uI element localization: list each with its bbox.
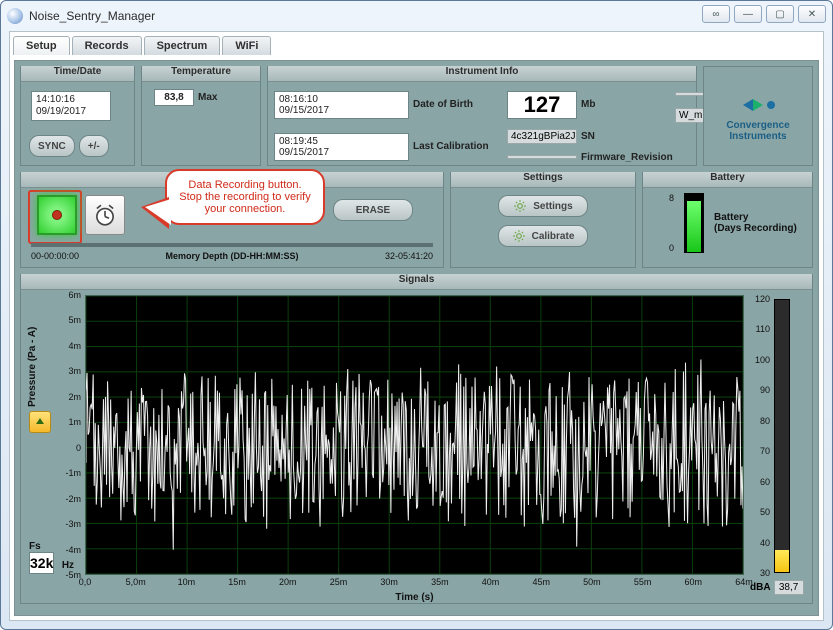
convergence-logo-icon	[733, 90, 783, 120]
fs-box: Fs 32k Hz	[29, 541, 74, 573]
battery-label: Battery(Days Recording)	[714, 212, 797, 234]
fs-unit: Hz	[62, 560, 74, 571]
y-axis-ticks: 6m5m4m3m2m1m0-1m-2m-3m-4m-5m	[63, 295, 83, 575]
window-minimize-button[interactable]: —	[734, 5, 762, 23]
window-help-button[interactable]: ∞	[702, 5, 730, 23]
x-axis-ticks: 0,05,0m10m15m20m25m30m35m40m45m50m55m60m…	[85, 577, 744, 589]
cal-time: 08:19:45	[279, 136, 318, 147]
dba-fill	[775, 550, 789, 572]
tab-spectrum[interactable]: Spectrum	[144, 36, 221, 55]
window-close-button[interactable]: ✕	[798, 5, 826, 23]
tab-setup[interactable]: Setup	[13, 36, 70, 55]
schedule-button[interactable]	[85, 195, 125, 235]
tabstrip: Setup Records Spectrum WiFi	[13, 36, 819, 55]
titlebar: Noise_Sentry_Manager ∞ — ▢ ✕	[1, 1, 832, 31]
brand-text: ConvergenceInstruments	[726, 120, 789, 142]
app-window: Noise_Sentry_Manager ∞ — ▢ ✕ Setup Recor…	[0, 0, 833, 630]
client-area: Setup Records Spectrum WiFi Time/Date 14…	[9, 31, 824, 621]
battery-fill	[687, 201, 701, 252]
dob-date: 09/15/2017	[279, 105, 329, 116]
section-signals: Signals Pressure (Pa - A) 6m5m4m3m2m1m0-…	[20, 274, 813, 604]
tab-wifi[interactable]: WiFi	[222, 36, 271, 55]
tooltip-callout: Data Recording button. Stop the recordin…	[165, 169, 325, 225]
sync-button[interactable]: SYNC	[29, 135, 75, 157]
battery-title: Battery	[643, 172, 812, 188]
time-value: 14:10:16	[36, 94, 75, 105]
record-button[interactable]	[37, 195, 77, 235]
offset-button[interactable]: +/-	[79, 135, 109, 157]
dba-scale: 12011010090807060504030	[750, 299, 772, 573]
dba-value: 38,7	[774, 580, 804, 595]
memory-label: Memory Depth (DD-HH:MM:SS)	[31, 251, 433, 261]
memory-unit: Mb	[581, 99, 671, 110]
calibrate-button-label: Calibrate	[532, 231, 575, 242]
fs-label: Fs	[29, 541, 74, 552]
erase-button[interactable]: ERASE	[333, 199, 413, 221]
battery-scale-max: 8	[669, 193, 674, 203]
x-axis-label: Time (s)	[85, 592, 744, 603]
waveform-svg	[86, 296, 743, 574]
settings-button-label: Settings	[533, 201, 572, 212]
fw-value	[507, 155, 577, 159]
fw-label: Firmware_Revision	[581, 152, 671, 163]
temp-value: 83,8	[154, 89, 194, 106]
app-icon	[7, 8, 23, 24]
temp-max-label: Max	[198, 92, 217, 103]
section-instrument-info: Instrument Info User ID 08:16:10 09/15/2…	[267, 66, 697, 166]
section-timedate: Time/Date 14:10:16 09/19/2017 SYNC +/-	[20, 66, 135, 166]
timedate-title: Time/Date	[21, 66, 134, 82]
battery-scale-min: 0	[669, 243, 674, 253]
dba-bar	[774, 299, 790, 573]
fs-value: 32k	[29, 552, 54, 574]
instrument-title: Instrument Info	[268, 66, 696, 82]
waveform-chart	[85, 295, 744, 575]
signals-title: Signals	[21, 274, 812, 290]
dba-label: dBA	[750, 582, 771, 593]
y-axis-label: Pressure (Pa - A)	[27, 327, 38, 407]
memory-track	[31, 243, 433, 247]
collapse-button[interactable]	[29, 411, 51, 433]
dba-meter: 12011010090807060504030 dBA 38,7	[750, 299, 806, 599]
dob-label: Date of Birth	[413, 99, 503, 110]
date-value: 09/19/2017	[36, 106, 86, 117]
sn-value: 4c321gBPia2JRHD	[507, 129, 577, 144]
temperature-title: Temperature	[142, 66, 260, 82]
brand-logo: ConvergenceInstruments	[703, 66, 813, 166]
gear-icon	[512, 229, 526, 243]
settings-title: Settings	[451, 172, 635, 188]
sn-label: SN	[581, 131, 671, 142]
arrow-up-icon	[34, 416, 46, 428]
section-settings: Settings Settings Calibrate	[450, 172, 636, 268]
cal-date: 09/15/2017	[279, 147, 329, 158]
cal-value: 08:19:45 09/15/2017	[274, 133, 409, 161]
timedate-value: 14:10:16 09/19/2017	[31, 91, 111, 121]
dob-time: 08:16:10	[279, 94, 318, 105]
cal-label: Last Calibration	[413, 141, 503, 152]
section-temperature: Temperature 83,8 Max	[141, 66, 261, 166]
window-maximize-button[interactable]: ▢	[766, 5, 794, 23]
alarm-clock-icon	[92, 202, 118, 228]
calibrate-button[interactable]: Calibrate	[498, 225, 588, 247]
tab-records[interactable]: Records	[72, 36, 142, 55]
setup-panel: Time/Date 14:10:16 09/19/2017 SYNC +/- T	[14, 60, 819, 616]
gear-icon	[513, 199, 527, 213]
dob-value: 08:16:10 09/15/2017	[274, 91, 409, 119]
section-battery: Battery 8 0 Battery(Days Recording)	[642, 172, 813, 268]
settings-button[interactable]: Settings	[498, 195, 588, 217]
record-icon	[52, 210, 62, 220]
window-title: Noise_Sentry_Manager	[29, 9, 155, 23]
memory-value: 127	[507, 91, 577, 119]
battery-bar	[684, 193, 704, 253]
